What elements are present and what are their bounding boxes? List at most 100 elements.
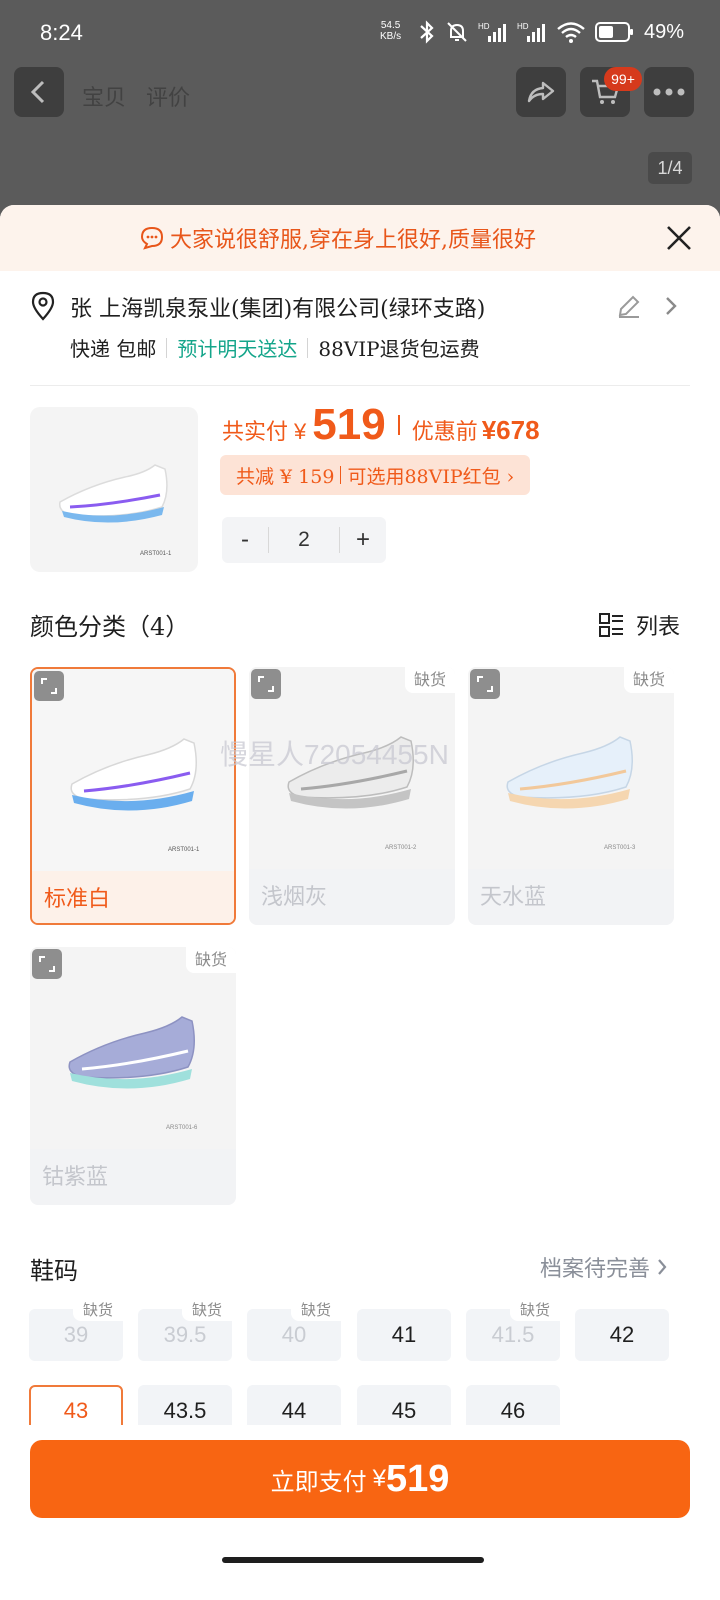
color-label: 浅烟灰 <box>261 885 328 910</box>
quantity-value[interactable]: 2 <box>268 527 340 553</box>
quantity-stepper: - 2 + <box>222 517 386 563</box>
svg-text:HD: HD <box>517 22 529 31</box>
battery-icon <box>595 22 633 42</box>
home-indicator <box>222 1557 484 1563</box>
expand-icon <box>41 678 57 694</box>
quantity-plus-button[interactable]: + <box>340 517 386 563</box>
svg-text:ARST001-2: ARST001-2 <box>385 845 417 851</box>
divider <box>307 337 309 358</box>
svg-text:ARST001-1: ARST001-1 <box>140 551 172 557</box>
out-of-stock-badge: 缺货 <box>291 1299 341 1321</box>
mute-bell-icon <box>447 22 467 42</box>
color-label: 标准白 <box>44 887 111 912</box>
expand-icon <box>39 956 55 972</box>
more-dots-icon <box>653 88 685 96</box>
discount-saved: 共减 ¥ 159 <box>236 465 335 488</box>
out-of-stock-badge: 缺货 <box>182 1299 232 1321</box>
location-pin-icon <box>31 291 55 321</box>
chevron-left-icon <box>30 80 45 104</box>
color-option-cobalt-purple-blue[interactable]: ARST001-6 缺货 钴紫蓝 <box>30 947 236 1205</box>
total-price: 519 <box>312 400 386 449</box>
delivery-eta: 预计明天送达 <box>177 337 298 361</box>
close-icon[interactable] <box>664 223 694 253</box>
cart-button[interactable]: 99+ <box>580 67 642 117</box>
color-option-white[interactable]: ARST001-1 标准白 <box>30 667 236 925</box>
vip-return-shipping: 88VIP退货包运费 <box>318 337 480 361</box>
out-of-stock-badge: 缺货 <box>186 947 236 973</box>
shoe-image: ARST001-1 <box>58 464 172 557</box>
divider <box>166 337 168 358</box>
color-option-light-smoke-gray[interactable]: ARST001-2 缺货 浅烟灰 <box>249 667 455 925</box>
shoe-image: ARST001-3 <box>506 736 636 851</box>
size-profile-link[interactable]: 档案待完善 <box>540 1251 668 1283</box>
network-speed: 54.5 KB/s <box>380 20 402 42</box>
signal-icon-2: HD <box>517 22 545 42</box>
size-profile-label: 档案待完善 <box>540 1257 651 1282</box>
expand-image-button[interactable] <box>34 671 64 701</box>
svg-text:ARST001-3: ARST001-3 <box>604 845 636 851</box>
out-of-stock-badge: 缺货 <box>510 1299 560 1321</box>
shoe-image: ARST001-6 <box>68 1016 198 1131</box>
color-option-sky-blue[interactable]: ARST001-3 缺货 天水蓝 <box>468 667 674 925</box>
delivery-address[interactable]: 张 上海凯泉泵业(集团)有限公司(绿环支路) <box>70 291 485 323</box>
review-banner-text: 大家说很舒服,穿在身上很好,质量很好 <box>170 228 536 253</box>
tab-item[interactable]: 宝贝 <box>82 80 126 112</box>
shipping-info: 快递 包邮 预计明天送达 88VIP退货包运费 <box>70 333 480 362</box>
pay-currency: ¥ <box>372 1465 386 1492</box>
expand-image-button[interactable] <box>32 949 62 979</box>
chevron-right-icon[interactable] <box>664 295 678 317</box>
section-divider <box>30 385 690 386</box>
original-price-label: 优惠前 <box>411 420 478 445</box>
color-label: 钴紫蓝 <box>42 1165 109 1190</box>
status-bar: 8:24 54.5 KB/s HD HD 49% <box>0 0 720 64</box>
list-view-icon <box>599 613 623 637</box>
product-tabs: 宝贝 评价 <box>82 80 190 112</box>
pay-now-button[interactable]: 立即支付 ¥ 519 <box>30 1440 690 1518</box>
out-of-stock-badge: 缺货 <box>624 667 674 693</box>
product-thumbnail[interactable]: ARST001-1 <box>30 407 198 572</box>
vip-red-packet: 可选用88VIP红包 › <box>347 465 515 488</box>
size-option-41[interactable]: 41 <box>357 1309 451 1361</box>
tab-reviews[interactable]: 评价 <box>146 80 190 112</box>
currency-symbol: ¥ <box>294 419 307 444</box>
pay-now-label: 立即支付 <box>270 1467 367 1496</box>
expand-icon <box>258 676 274 692</box>
wifi-icon <box>557 22 585 43</box>
color-label: 天水蓝 <box>480 885 547 910</box>
original-price: ¥678 <box>481 415 540 445</box>
share-button[interactable] <box>516 67 566 117</box>
discount-chip[interactable]: 共减 ¥ 159 可选用88VIP红包 › <box>220 455 531 495</box>
expand-image-button[interactable] <box>470 669 500 699</box>
expand-image-button[interactable] <box>251 669 281 699</box>
edit-pencil-icon[interactable] <box>616 293 642 319</box>
battery-percent: 49% <box>644 20 685 43</box>
out-of-stock-badge: 缺货 <box>73 1299 123 1321</box>
image-counter: 1/4 <box>648 152 692 184</box>
list-view-label: 列表 <box>636 615 681 640</box>
shipping-method: 快递 包邮 <box>70 337 157 361</box>
watermark-text: 慢星人72054455N <box>220 739 449 770</box>
list-view-toggle[interactable]: 列表 <box>598 609 680 641</box>
size-option-42[interactable]: 42 <box>575 1309 669 1361</box>
chat-bubble-icon <box>140 226 164 250</box>
price-summary: 共实付 ¥ 519 优惠前 ¥678 <box>222 400 540 450</box>
svg-text:ARST001-6: ARST001-6 <box>166 1125 198 1131</box>
svg-text:HD: HD <box>478 22 490 31</box>
more-button[interactable] <box>644 67 694 117</box>
cart-badge: 99+ <box>604 67 642 91</box>
bluetooth-icon <box>420 20 434 44</box>
signal-icon-1: HD <box>478 22 506 42</box>
out-of-stock-badge: 缺货 <box>405 667 455 693</box>
size-section-title: 鞋码 <box>30 1257 78 1285</box>
background-product-page: 8:24 54.5 KB/s HD HD 49% 宝贝 评价 99+ 1/4 <box>0 0 720 230</box>
purchase-sheet: 大家说很舒服,穿在身上很好,质量很好 张 上海凯泉泵业(集团)有限公司(绿环支路… <box>0 205 720 1600</box>
back-button[interactable] <box>14 67 64 117</box>
divider <box>340 466 342 484</box>
chevron-right-icon <box>658 1259 667 1275</box>
share-icon <box>527 81 555 103</box>
color-section-title: 颜色分类（4） <box>30 613 190 641</box>
total-price-label: 共实付 <box>222 420 289 445</box>
expand-icon <box>477 676 493 692</box>
review-banner: 大家说很舒服,穿在身上很好,质量很好 <box>0 205 720 271</box>
quantity-minus-button[interactable]: - <box>222 517 268 563</box>
